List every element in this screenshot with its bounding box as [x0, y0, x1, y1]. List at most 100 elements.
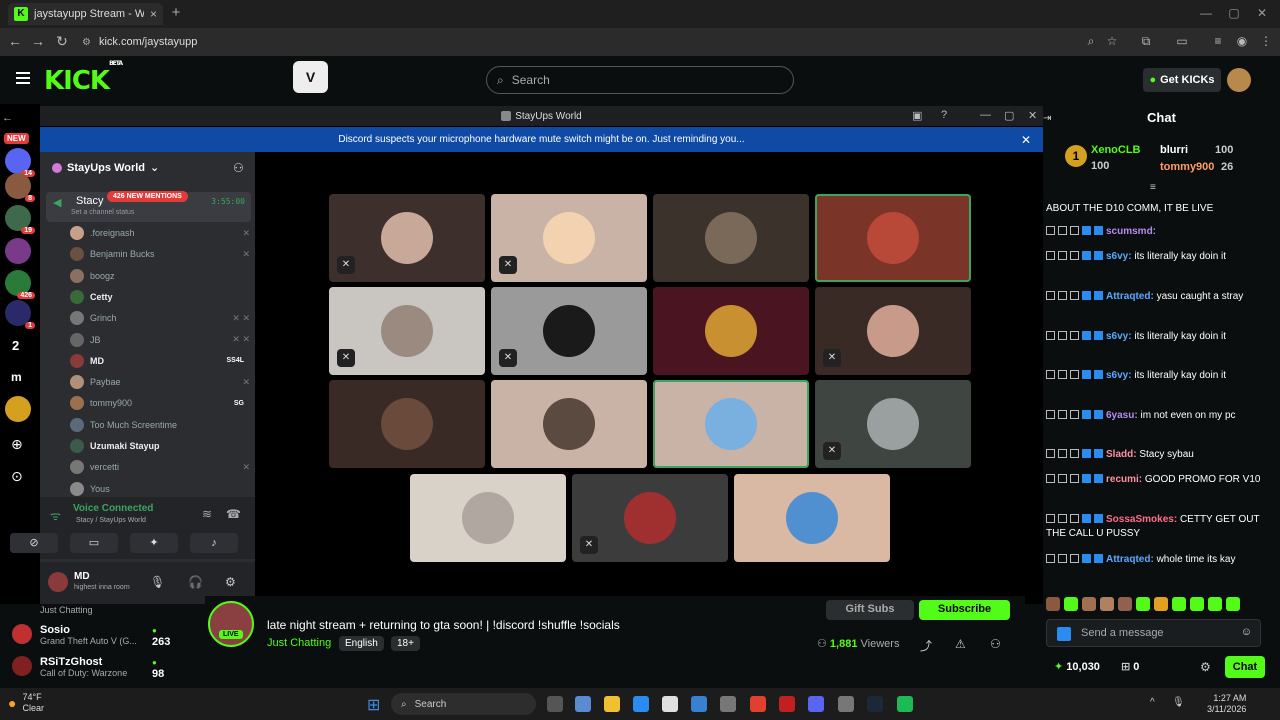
stream-category[interactable]: Just Chatting: [267, 637, 331, 649]
signal-icon[interactable]: ᯤ: [50, 507, 61, 524]
chat-username[interactable]: s6vy:: [1106, 370, 1132, 381]
discord-minimize-icon[interactable]: —: [980, 109, 991, 121]
subscribe-button[interactable]: Subscribe: [919, 600, 1010, 620]
emote-icon[interactable]: [1136, 597, 1150, 611]
video-tile[interactable]: [815, 194, 971, 282]
store-icon[interactable]: [662, 696, 678, 712]
explore-icon[interactable]: ⊙: [11, 468, 23, 485]
ban-icon[interactable]: [1070, 370, 1079, 379]
send-chat-button[interactable]: Chat: [1225, 656, 1265, 678]
media-icon[interactable]: ≡: [1210, 34, 1226, 50]
member-row[interactable]: tommy900 SG: [70, 394, 250, 412]
notice-close-icon[interactable]: ✕: [1021, 133, 1031, 147]
url-field[interactable]: ⚙ kick.com/jaystayupp: [82, 32, 1102, 52]
taskbar-search[interactable]: ⌕ Search: [391, 693, 536, 715]
delete-icon[interactable]: [1046, 370, 1055, 379]
ban-icon[interactable]: [1070, 449, 1079, 458]
video-tile[interactable]: ✕: [491, 194, 647, 282]
video-tile[interactable]: ✕: [329, 287, 485, 375]
tab-close-icon[interactable]: ×: [150, 7, 157, 21]
get-kicks-button[interactable]: ● Get KICKs: [1143, 68, 1221, 92]
points-display[interactable]: ✦ 10,030: [1054, 660, 1100, 673]
chat-username[interactable]: SossaSmokes:: [1106, 514, 1177, 525]
delete-icon[interactable]: [1046, 291, 1055, 300]
rail-channel[interactable]: [5, 238, 31, 264]
browser-tab[interactable]: K jaystayupp Stream - Watch Live ×: [8, 3, 163, 25]
activities-button[interactable]: ✦: [130, 533, 178, 553]
zoom-icon[interactable]: ⌕: [1083, 34, 1099, 50]
timeout-icon[interactable]: [1058, 474, 1067, 483]
rail-channel-m[interactable]: m: [11, 370, 22, 384]
tray-mic-icon[interactable]: 🎙: [1172, 697, 1185, 708]
discord-icon[interactable]: [808, 696, 824, 712]
timeout-icon[interactable]: [1058, 410, 1067, 419]
emote-icon[interactable]: [1046, 597, 1060, 611]
bookmark-star-icon[interactable]: ☆: [1104, 34, 1120, 50]
emote-icon[interactable]: [1226, 597, 1240, 611]
video-tile[interactable]: ✕: [491, 287, 647, 375]
clock[interactable]: 1:27 AM 3/11/2026: [1207, 693, 1246, 715]
mentions-badge[interactable]: 426 NEW MENTIONS: [107, 191, 188, 202]
emote-icon[interactable]: [1064, 597, 1078, 611]
ban-icon[interactable]: [1070, 554, 1079, 563]
maximize-icon[interactable]: ▢: [1224, 6, 1244, 20]
video-tile[interactable]: [491, 380, 647, 468]
headset-icon[interactable]: 🎧: [188, 575, 203, 589]
noise-suppression-icon[interactable]: ≋: [202, 507, 212, 521]
member-row[interactable]: .foreignash ✕: [70, 224, 250, 242]
video-tile[interactable]: ✕: [329, 194, 485, 282]
chat-username[interactable]: Sladd:: [1106, 449, 1137, 460]
suggested-channel[interactable]: RSiTzGhostCall of Duty: Warzone 98: [12, 656, 164, 680]
rail-channel[interactable]: 19: [5, 205, 35, 234]
server-name-button[interactable]: StayUps World ⌄: [52, 161, 159, 174]
emote-icon[interactable]: [1172, 597, 1186, 611]
emote-icon[interactable]: [1118, 597, 1132, 611]
tag-18plus[interactable]: 18+: [391, 636, 420, 651]
follow-user-icon[interactable]: ⚇: [990, 637, 1001, 651]
timeout-icon[interactable]: [1058, 554, 1067, 563]
suggested-channel[interactable]: SosioGrand Theft Auto V (G... 263: [12, 624, 170, 648]
reload-icon[interactable]: ↻: [53, 33, 71, 50]
forward-icon[interactable]: →: [29, 33, 47, 49]
delete-icon[interactable]: [1046, 514, 1055, 523]
delete-icon[interactable]: [1046, 474, 1055, 483]
task-view-icon[interactable]: [547, 696, 563, 712]
suggested-channel[interactable]: Just Chatting: [12, 605, 93, 615]
member-row[interactable]: boogz: [70, 267, 250, 285]
site-info-icon[interactable]: ⚙: [82, 37, 91, 48]
video-tile[interactable]: [329, 380, 485, 468]
timeout-icon[interactable]: [1058, 226, 1067, 235]
top-gifter-name[interactable]: tommy900: [1160, 161, 1214, 173]
delete-icon[interactable]: [1046, 554, 1055, 563]
minimize-icon[interactable]: —: [1196, 6, 1216, 20]
ban-icon[interactable]: [1070, 291, 1079, 300]
kick-logo[interactable]: KICKBETA: [44, 60, 123, 96]
video-tile[interactable]: [734, 474, 890, 562]
discord-maximize-icon[interactable]: ▢: [1004, 109, 1014, 122]
invite-people-icon[interactable]: ⚇: [233, 161, 244, 175]
xbox-icon[interactable]: [838, 696, 854, 712]
rail-channel[interactable]: 14: [5, 148, 35, 177]
video-tile[interactable]: ✕: [815, 287, 971, 375]
user-avatar-discord[interactable]: [48, 572, 68, 592]
kicks-balance[interactable]: ⊞ 0: [1121, 660, 1139, 673]
member-row[interactable]: JB ✕ ✕: [70, 331, 250, 349]
chat-username[interactable]: recumi:: [1106, 474, 1142, 485]
rail-channel[interactable]: 1: [5, 300, 35, 329]
emote-icon[interactable]: [1190, 597, 1204, 611]
rail-channel[interactable]: 8: [5, 173, 35, 202]
spotify-icon[interactable]: [897, 696, 913, 712]
timeout-icon[interactable]: [1058, 449, 1067, 458]
file-explorer-icon[interactable]: [604, 696, 620, 712]
app-icon[interactable]: [720, 696, 736, 712]
top-gifter-name[interactable]: blurri: [1160, 144, 1188, 156]
delete-icon[interactable]: [1046, 410, 1055, 419]
opera-icon[interactable]: [779, 696, 795, 712]
rail-channel[interactable]: 426: [5, 270, 35, 299]
streamer-avatar[interactable]: [208, 601, 254, 647]
gift-subs-button[interactable]: Gift Subs: [826, 600, 914, 620]
cast-icon[interactable]: ▭: [1174, 34, 1190, 50]
video-tile[interactable]: [410, 474, 566, 562]
timeout-icon[interactable]: [1058, 331, 1067, 340]
profile-icon[interactable]: ◉: [1234, 34, 1250, 50]
